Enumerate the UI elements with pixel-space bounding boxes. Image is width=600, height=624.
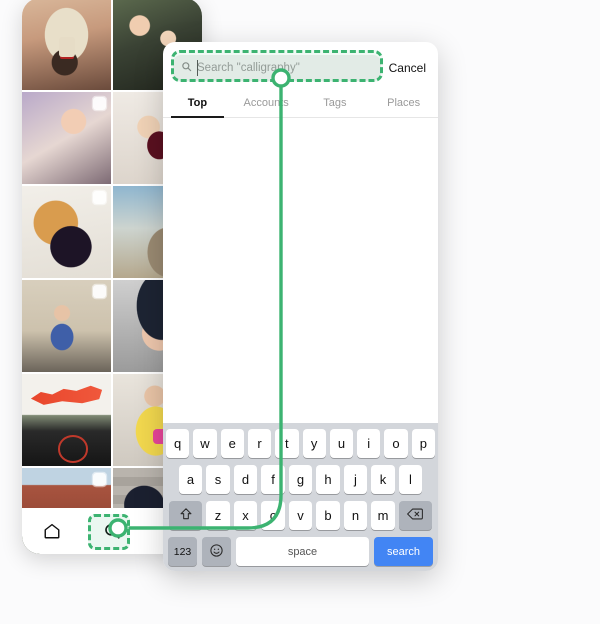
key-h[interactable]: h [316, 465, 340, 494]
search-results-area [163, 118, 438, 418]
screenshot-stage: Search "calligraphy" Cancel Top Accounts… [0, 0, 600, 624]
multi-photo-icon [93, 97, 106, 110]
backspace-delete-icon [407, 507, 424, 524]
key-u[interactable]: u [329, 429, 354, 458]
key-r[interactable]: r [247, 429, 272, 458]
key-k[interactable]: k [371, 465, 395, 494]
highlight-box-nav-search [88, 514, 130, 550]
tab-places[interactable]: Places [369, 88, 438, 117]
space-key[interactable]: space [236, 537, 369, 566]
key-o[interactable]: o [384, 429, 408, 458]
key-g[interactable]: g [288, 465, 313, 494]
grid-photo-selfie-hat[interactable] [22, 0, 111, 90]
backspace-key[interactable] [398, 501, 432, 530]
key-x[interactable]: x [233, 501, 258, 530]
on-screen-keyboard: qwertyuiop asdfghjkl zxcvbnm 123 space s… [163, 423, 438, 571]
search-phone: Search "calligraphy" Cancel Top Accounts… [163, 42, 438, 571]
key-n[interactable]: n [343, 501, 368, 530]
grid-photo-croissant-berries[interactable] [22, 186, 111, 278]
multi-photo-icon [93, 285, 106, 298]
grid-photo-street-style[interactable] [22, 280, 111, 372]
cancel-button[interactable]: Cancel [389, 61, 428, 75]
multi-photo-icon [93, 191, 106, 204]
shift-up-arrow-icon [179, 507, 193, 524]
tab-accounts[interactable]: Accounts [232, 88, 301, 117]
nav-item-home[interactable] [35, 516, 69, 546]
shift-key[interactable] [169, 501, 203, 530]
keyboard-row-3: zxcvbnm [166, 501, 435, 530]
keyboard-row-4: 123 space search [166, 537, 435, 566]
emoji-smiley-icon [209, 543, 224, 561]
key-a[interactable]: a [178, 465, 203, 494]
key-d[interactable]: d [233, 465, 258, 494]
key-f[interactable]: f [261, 465, 285, 494]
key-l[interactable]: l [398, 465, 423, 494]
key-c[interactable]: c [261, 501, 285, 530]
key-p[interactable]: p [411, 429, 435, 458]
key-i[interactable]: i [357, 429, 381, 458]
key-b[interactable]: b [316, 501, 340, 530]
key-e[interactable]: e [220, 429, 244, 458]
tab-top[interactable]: Top [163, 88, 232, 118]
key-t[interactable]: t [275, 429, 299, 458]
keyboard-row-1: qwertyuiop [166, 429, 435, 458]
numbers-key[interactable]: 123 [168, 537, 197, 566]
key-m[interactable]: m [371, 501, 395, 530]
keyboard-row-3-letters: zxcvbnm [206, 501, 395, 530]
tab-tags[interactable]: Tags [301, 88, 370, 117]
key-y[interactable]: y [302, 429, 326, 458]
key-q[interactable]: q [166, 429, 190, 458]
home-icon [43, 522, 61, 540]
key-z[interactable]: z [206, 501, 230, 530]
emoji-key[interactable] [202, 537, 231, 566]
key-v[interactable]: v [288, 501, 313, 530]
keyboard-row-2: asdfghjkl [166, 465, 435, 494]
grid-photo-mustang-car[interactable] [22, 374, 111, 466]
key-j[interactable]: j [343, 465, 368, 494]
search-submit-key[interactable]: search [374, 537, 433, 566]
key-s[interactable]: s [206, 465, 230, 494]
highlight-box-search-field [171, 50, 383, 82]
multi-photo-icon [93, 473, 106, 486]
grid-photo-girl-portrait[interactable] [22, 92, 111, 184]
search-tabs: Top Accounts Tags Places [163, 88, 438, 118]
key-w[interactable]: w [193, 429, 217, 458]
